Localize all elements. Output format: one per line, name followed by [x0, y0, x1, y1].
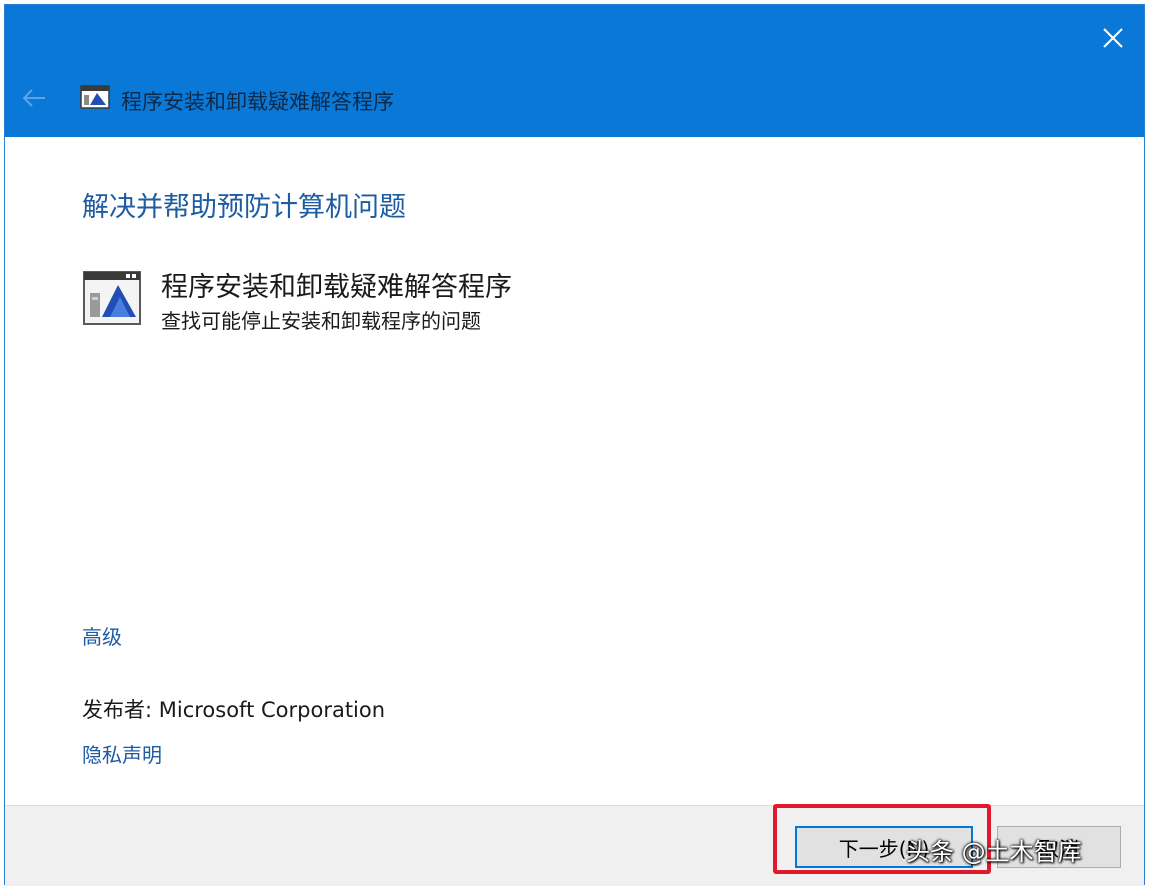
troubleshooter-icon	[80, 85, 110, 109]
close-icon	[1103, 28, 1123, 48]
program-troubleshooter-icon	[83, 271, 141, 325]
dialog-footer: 下一步(N) 取消	[5, 805, 1144, 886]
publisher-text: 发布者: Microsoft Corporation	[82, 698, 386, 722]
advanced-link[interactable]: 高级	[82, 621, 122, 650]
cancel-button[interactable]: 取消	[997, 826, 1121, 868]
privacy-statement-link[interactable]: 隐私声明	[82, 739, 162, 768]
troubleshooter-item[interactable]: 程序安装和卸载疑难解答程序 查找可能停止安装和卸载程序的问题	[82, 265, 642, 335]
title-bar: 程序安装和卸载疑难解答程序	[5, 5, 1144, 137]
window-title: 程序安装和卸载疑难解答程序	[121, 90, 394, 114]
troubleshooter-window: 程序安装和卸载疑难解答程序 解决并帮助预防计算机问题 程序安装和卸载疑难解答程序…	[4, 4, 1145, 886]
item-title: 程序安装和卸载疑难解答程序	[161, 272, 512, 303]
content-area: 解决并帮助预防计算机问题 程序安装和卸载疑难解答程序 查找可能停止安装和卸载程序…	[5, 137, 1144, 805]
back-button[interactable]	[19, 83, 49, 113]
item-description: 查找可能停止安装和卸载程序的问题	[161, 309, 481, 333]
close-button[interactable]	[1096, 21, 1130, 55]
page-heading: 解决并帮助预防计算机问题	[82, 192, 406, 223]
back-arrow-icon	[22, 89, 45, 107]
next-button[interactable]: 下一步(N)	[795, 826, 973, 868]
